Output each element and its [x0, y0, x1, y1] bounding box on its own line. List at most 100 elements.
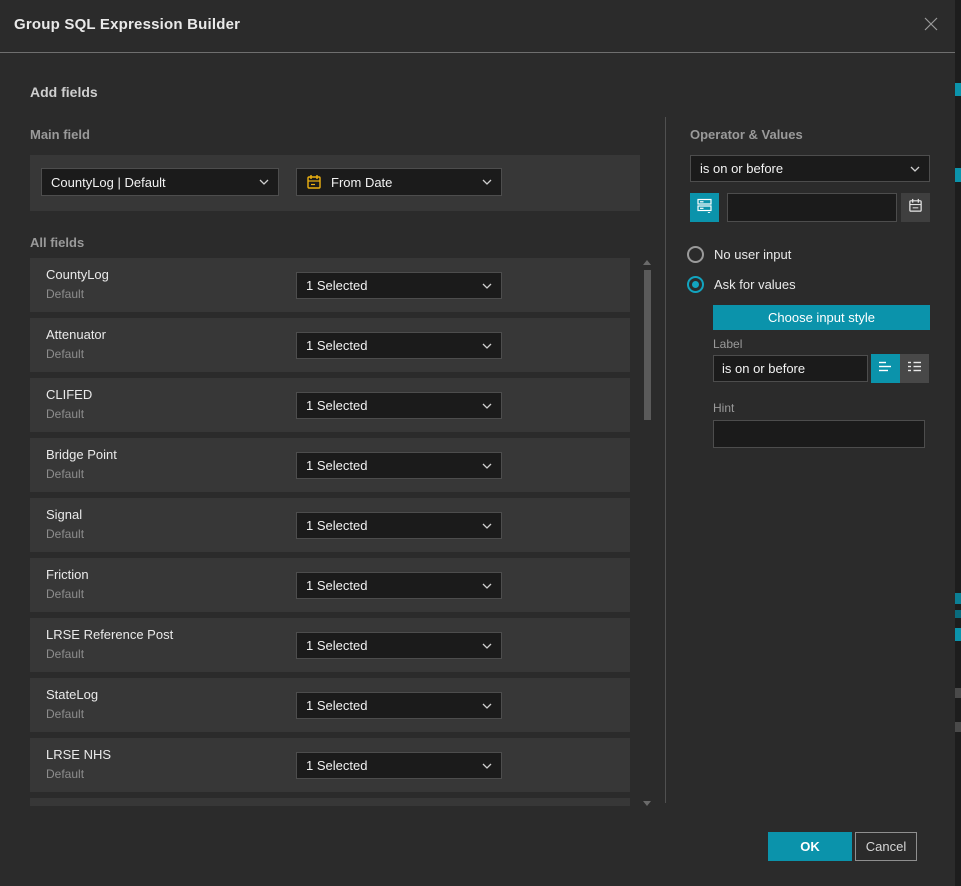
field-sublabel: Default — [46, 647, 84, 661]
field-row-countylog: CountyLog Default 1 Selected — [30, 258, 630, 312]
field-selection-dropdown[interactable]: 1 Selected — [296, 392, 502, 419]
radio-ask-for-values[interactable]: Ask for values — [687, 276, 796, 293]
selection-value: 1 Selected — [306, 698, 367, 713]
selection-value: 1 Selected — [306, 578, 367, 593]
date-value-input[interactable] — [727, 193, 897, 222]
field-sublabel: Default — [46, 287, 84, 301]
chevron-down-icon — [482, 523, 492, 529]
field-name: CLIFED — [46, 387, 92, 402]
field-row-attenuator: Attenuator Default 1 Selected — [30, 318, 630, 372]
selection-value: 1 Selected — [306, 758, 367, 773]
field-selection-dropdown[interactable]: 1 Selected — [296, 512, 502, 539]
field-row-friction: Friction Default 1 Selected — [30, 558, 630, 612]
field-selection-dropdown[interactable]: 1 Selected — [296, 572, 502, 599]
single-input-style-button[interactable] — [871, 354, 900, 383]
field-row-clifed: CLIFED Default 1 Selected — [30, 378, 630, 432]
hint-input[interactable] — [713, 420, 925, 448]
label-input[interactable] — [713, 355, 868, 382]
operator-values-heading: Operator & Values — [690, 127, 803, 142]
main-field-panel: CountyLog | Default From Date — [30, 155, 640, 211]
field-name: LRSE Reference Post — [46, 627, 173, 642]
field-sublabel: Default — [46, 407, 84, 421]
operator-dropdown[interactable]: is on or before — [690, 155, 930, 182]
close-icon — [923, 16, 939, 37]
main-field-dropdown-value: From Date — [331, 175, 392, 190]
group-sql-expression-builder-dialog: Group SQL Expression Builder Add fields … — [0, 0, 961, 886]
close-button[interactable] — [919, 14, 943, 38]
radio-no-user-input[interactable]: No user input — [687, 246, 791, 263]
list-icon — [907, 360, 922, 378]
field-selection-dropdown[interactable]: 1 Selected — [296, 452, 502, 479]
chevron-down-icon — [482, 463, 492, 469]
chevron-down-icon — [482, 583, 492, 589]
radio-label: No user input — [714, 247, 791, 262]
chevron-down-icon — [482, 763, 492, 769]
add-fields-heading: Add fields — [30, 84, 98, 100]
choose-input-style-button[interactable]: Choose input style — [713, 305, 930, 330]
scrollbar-thumb[interactable] — [644, 270, 651, 420]
align-left-lines-icon — [878, 360, 893, 378]
field-selection-dropdown[interactable]: 1 Selected — [296, 752, 502, 779]
chevron-down-icon — [482, 179, 492, 185]
chevron-down-icon — [482, 343, 492, 349]
list-scrollbar[interactable] — [643, 258, 652, 808]
field-sublabel: Default — [46, 467, 84, 481]
operator-dropdown-value: is on or before — [700, 161, 783, 176]
panel-divider — [665, 117, 666, 803]
date-field-icon — [306, 174, 322, 190]
field-sublabel: Default — [46, 767, 84, 781]
field-name: Signal — [46, 507, 82, 522]
field-row-partial — [30, 798, 630, 806]
chevron-down-icon — [482, 703, 492, 709]
chevron-down-icon — [259, 179, 269, 185]
background-app-strip — [955, 0, 961, 886]
radio-selected-icon — [687, 276, 704, 293]
field-row-lrse-nhs: LRSE NHS Default 1 Selected — [30, 738, 630, 792]
list-input-style-button[interactable] — [900, 354, 929, 383]
hint-caption: Hint — [713, 401, 734, 415]
radio-circle-icon — [687, 246, 704, 263]
field-sublabel: Default — [46, 527, 84, 541]
field-row-statelog: StateLog Default 1 Selected — [30, 678, 630, 732]
dialog-title: Group SQL Expression Builder — [14, 16, 240, 33]
chevron-down-icon — [910, 166, 920, 172]
field-sublabel: Default — [46, 587, 84, 601]
radio-label: Ask for values — [714, 277, 796, 292]
main-field-dropdown[interactable]: From Date — [296, 168, 502, 196]
chevron-down-icon — [482, 283, 492, 289]
scrollbar-up-arrow-icon[interactable] — [643, 260, 651, 265]
field-row-signal: Signal Default 1 Selected — [30, 498, 630, 552]
selection-value: 1 Selected — [306, 278, 367, 293]
multiple-values-icon — [697, 197, 713, 218]
chevron-down-icon — [482, 643, 492, 649]
scrollbar-down-arrow-icon[interactable] — [643, 801, 651, 806]
field-selection-dropdown[interactable]: 1 Selected — [296, 272, 502, 299]
layer-dropdown-value: CountyLog | Default — [51, 175, 166, 190]
label-caption: Label — [713, 337, 742, 351]
dialog-header: Group SQL Expression Builder — [0, 0, 955, 53]
field-name: Attenuator — [46, 327, 106, 342]
field-name: StateLog — [46, 687, 98, 702]
field-sublabel: Default — [46, 707, 84, 721]
date-picker-button[interactable] — [901, 193, 930, 222]
layer-dropdown[interactable]: CountyLog | Default — [41, 168, 279, 196]
selection-value: 1 Selected — [306, 338, 367, 353]
field-selection-dropdown[interactable]: 1 Selected — [296, 632, 502, 659]
field-name: Friction — [46, 567, 89, 582]
field-selection-dropdown[interactable]: 1 Selected — [296, 692, 502, 719]
selection-value: 1 Selected — [306, 518, 367, 533]
field-name: LRSE NHS — [46, 747, 111, 762]
ok-button[interactable]: OK — [768, 832, 852, 861]
selection-value: 1 Selected — [306, 398, 367, 413]
field-sublabel: Default — [46, 347, 84, 361]
multiple-values-button[interactable] — [690, 193, 719, 222]
field-selection-dropdown[interactable]: 1 Selected — [296, 332, 502, 359]
main-field-heading: Main field — [30, 127, 90, 142]
selection-value: 1 Selected — [306, 458, 367, 473]
cancel-button[interactable]: Cancel — [855, 832, 917, 861]
selection-value: 1 Selected — [306, 638, 367, 653]
field-name: Bridge Point — [46, 447, 117, 462]
field-row-lrse-reference-post: LRSE Reference Post Default 1 Selected — [30, 618, 630, 672]
chevron-down-icon — [482, 403, 492, 409]
calendar-icon — [908, 198, 923, 218]
